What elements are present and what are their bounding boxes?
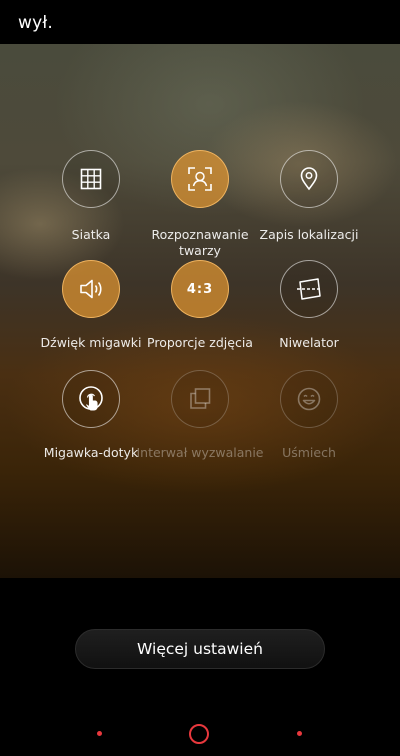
flash-status-label[interactable]: wył. <box>18 13 53 33</box>
option-label: Zapis lokalizacji <box>259 227 359 242</box>
touch-shutter-icon[interactable] <box>62 370 120 428</box>
smile-icon <box>280 370 338 428</box>
interval-icon <box>171 370 229 428</box>
home-button-icon[interactable] <box>189 724 209 744</box>
option-label: Uśmiech <box>282 445 336 460</box>
nav-left-dot[interactable] <box>97 731 102 736</box>
aspect-ratio-value: 4:3 <box>186 281 214 297</box>
nav-right-dot[interactable] <box>297 731 302 736</box>
top-bar: wył. <box>0 0 400 44</box>
face-detect-icon[interactable] <box>171 150 229 208</box>
grid-icon[interactable] <box>62 150 120 208</box>
camera-settings-screen: wył. Siatka Rozpoznawanie twarzy Zapis l… <box>0 0 400 756</box>
more-settings-button[interactable]: Więcej ustawień <box>75 629 325 669</box>
speaker-icon[interactable] <box>62 260 120 318</box>
aspect-ratio-icon[interactable]: 4:3 <box>171 260 229 318</box>
location-pin-icon[interactable] <box>280 150 338 208</box>
option-label: Niwelator <box>279 335 339 350</box>
level-icon[interactable] <box>280 260 338 318</box>
